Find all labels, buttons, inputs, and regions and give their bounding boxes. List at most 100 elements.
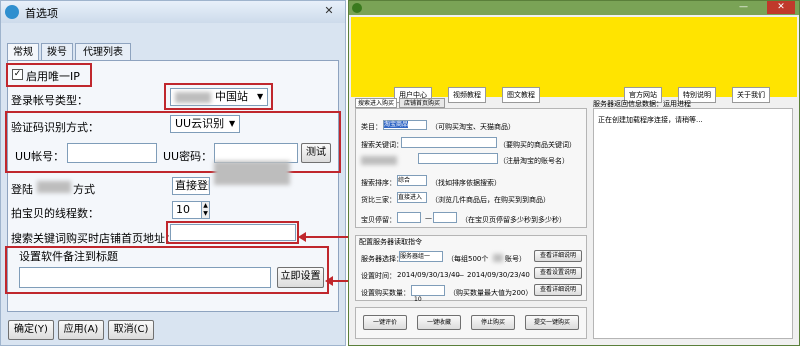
server-select-value: 服务器组一: [400, 253, 431, 260]
stay-sep: —: [425, 214, 432, 222]
app-icon: [5, 5, 19, 19]
tab-shop-buy[interactable]: 店铺首页购买: [399, 98, 445, 108]
unique-ip-checkbox[interactable]: ✓: [12, 69, 23, 80]
compare-select[interactable]: 直接进入: [397, 192, 427, 203]
stay-hint: （在宝贝页停留多少秒到多少秒）: [461, 216, 566, 224]
threads-label: 拍宝贝的线程数：: [11, 207, 99, 220]
app-titlebar: — ✕: [349, 1, 799, 15]
preferences-dialog: 首选项 ✕ 常规 拨号 代理列表 ✓ 启用唯一IP 登录帐号类型： 中国站 ▼ …: [0, 0, 346, 346]
annotation-arrow: [302, 236, 350, 238]
minimize-icon[interactable]: —: [739, 2, 748, 12]
category-value: 淘宝商品: [384, 121, 409, 128]
category-label: 类目：: [361, 123, 382, 131]
nav-video-tutorial[interactable]: 视频教程: [448, 87, 486, 103]
keyword-input[interactable]: [401, 137, 497, 148]
app-logo-icon: [352, 3, 362, 13]
tab-general[interactable]: 常规: [7, 43, 39, 61]
time-start: 2014/09/30/13/40: [397, 271, 460, 279]
chevron-down-icon: ▼: [257, 92, 264, 101]
compare-value: 直接进入: [398, 194, 423, 201]
category-select[interactable]: 淘宝商品: [383, 120, 427, 130]
account-type-label: 登录帐号类型：: [11, 94, 88, 107]
set-time-label: 设置时间：: [361, 272, 396, 280]
app-window: — ✕ 用户中心 视频教程 图文教程 官方网站 特别说明 关于我们 搜索进入购买…: [348, 0, 800, 346]
buy-count-hint: （购买数量最大值为200）: [449, 289, 533, 297]
one-click-review-button[interactable]: 一键评价: [363, 315, 407, 330]
cancel-button[interactable]: 取消(C): [108, 320, 154, 340]
submit-one-click-buy-button[interactable]: 提交一键购买: [525, 315, 579, 330]
apply-button[interactable]: 应用(A): [58, 320, 104, 340]
redacted: [493, 254, 503, 262]
uu-account-label: UU帐号：: [15, 150, 65, 163]
uu-account-input[interactable]: [67, 143, 157, 163]
view-details-button-2[interactable]: 查看详细说明: [534, 284, 582, 296]
remark-label: 设置软件备注到标题: [19, 250, 118, 263]
server-hint: （每组500个: [447, 255, 489, 263]
ok-button[interactable]: 确定(Y): [8, 320, 54, 340]
close-icon[interactable]: ✕: [319, 4, 339, 19]
sort-value: 综合: [398, 177, 411, 184]
buy-count-label: 设置购买数量：: [361, 289, 410, 297]
sort-select[interactable]: 综合: [397, 175, 427, 186]
compare-label: 货比三家：: [361, 196, 396, 204]
stop-buy-button[interactable]: 停止购买: [471, 315, 515, 330]
account-type-value: 中国站: [215, 90, 248, 103]
remark-input[interactable]: [19, 267, 271, 288]
one-click-favorite-button[interactable]: 一键收藏: [417, 315, 461, 330]
search-url-label: 搜索关键词购买时店铺首页地址：: [11, 232, 176, 245]
login-mode-select[interactable]: 直接登陆: [172, 177, 210, 195]
redacted: [361, 156, 397, 165]
apply-now-button[interactable]: 立即设置: [277, 267, 324, 288]
threads-value: 10: [176, 203, 190, 216]
tab-proxy-list[interactable]: 代理列表: [75, 43, 131, 61]
captcha-label: 验证码识别方式：: [11, 121, 99, 134]
keyword-label: 搜索关键词：: [361, 141, 403, 149]
server-group-title: 配置服务器读取指令: [359, 238, 422, 246]
captcha-value: UU云识别: [175, 117, 225, 130]
server-select-label: 服务器选择：: [361, 255, 403, 263]
chevron-down-icon: ▼: [229, 119, 236, 128]
dialog-title: 首选项: [25, 7, 58, 20]
stay-label: 宝贝停留：: [361, 216, 396, 224]
arrowhead: [298, 232, 306, 242]
view-settings-button[interactable]: 查看设置说明: [534, 267, 582, 279]
server-select[interactable]: 服务器组一: [399, 251, 443, 262]
login-mode-value: 直接登陆: [175, 179, 209, 192]
test-button[interactable]: 测试: [301, 143, 331, 163]
tab-dial[interactable]: 拨号: [41, 43, 73, 61]
uu-password-label: UU密码：: [163, 150, 213, 163]
uu-password-input[interactable]: [214, 143, 298, 163]
arrowhead: [325, 276, 333, 286]
compare-hint: （浏览几件商品后，在购买到到商品）: [431, 196, 550, 204]
log-text: 正在创建加载程序连接，请稍等...: [598, 116, 703, 124]
close-icon[interactable]: ✕: [767, 1, 795, 14]
account-hint: （注册淘宝的账号名）: [499, 157, 569, 165]
time-sep: —: [457, 271, 464, 279]
redacted: [175, 92, 211, 103]
search-url-input[interactable]: [170, 224, 296, 241]
threads-input[interactable]: 10: [172, 201, 202, 219]
time-end: 2014/09/30/23/40: [467, 271, 530, 279]
buy-count-input[interactable]: 10: [411, 285, 445, 303]
redacted: [37, 181, 71, 193]
buy-count-value: 10: [414, 296, 422, 303]
log-box: 正在创建加载程序连接，请稍等...: [593, 108, 793, 339]
redacted: [214, 161, 290, 185]
stay-min-input[interactable]: [397, 212, 421, 223]
tab-search-buy[interactable]: 搜索进入购买: [355, 98, 397, 108]
stay-max-input[interactable]: [433, 212, 457, 223]
nav-about-us[interactable]: 关于我们: [732, 87, 770, 103]
sort-label: 搜索排序：: [361, 179, 396, 187]
threads-stepper[interactable]: ▲ ▼: [201, 201, 210, 219]
view-details-button[interactable]: 查看详细说明: [534, 250, 582, 262]
nav-text-tutorial[interactable]: 图文教程: [502, 87, 540, 103]
dialog-titlebar: 首选项 ✕: [1, 1, 345, 23]
account-input[interactable]: [418, 153, 498, 164]
account-type-select[interactable]: 中国站 ▼: [170, 88, 268, 106]
app-banner: 用户中心 视频教程 图文教程 官方网站 特别说明 关于我们: [351, 17, 797, 103]
unique-ip-label: 启用唯一IP: [26, 70, 80, 83]
captcha-select[interactable]: UU云识别 ▼: [170, 115, 240, 133]
login-mode-label-b: 方式: [73, 183, 95, 196]
server-hint-2: 账号）: [505, 255, 526, 263]
login-mode-label-a: 登陆: [11, 183, 33, 196]
